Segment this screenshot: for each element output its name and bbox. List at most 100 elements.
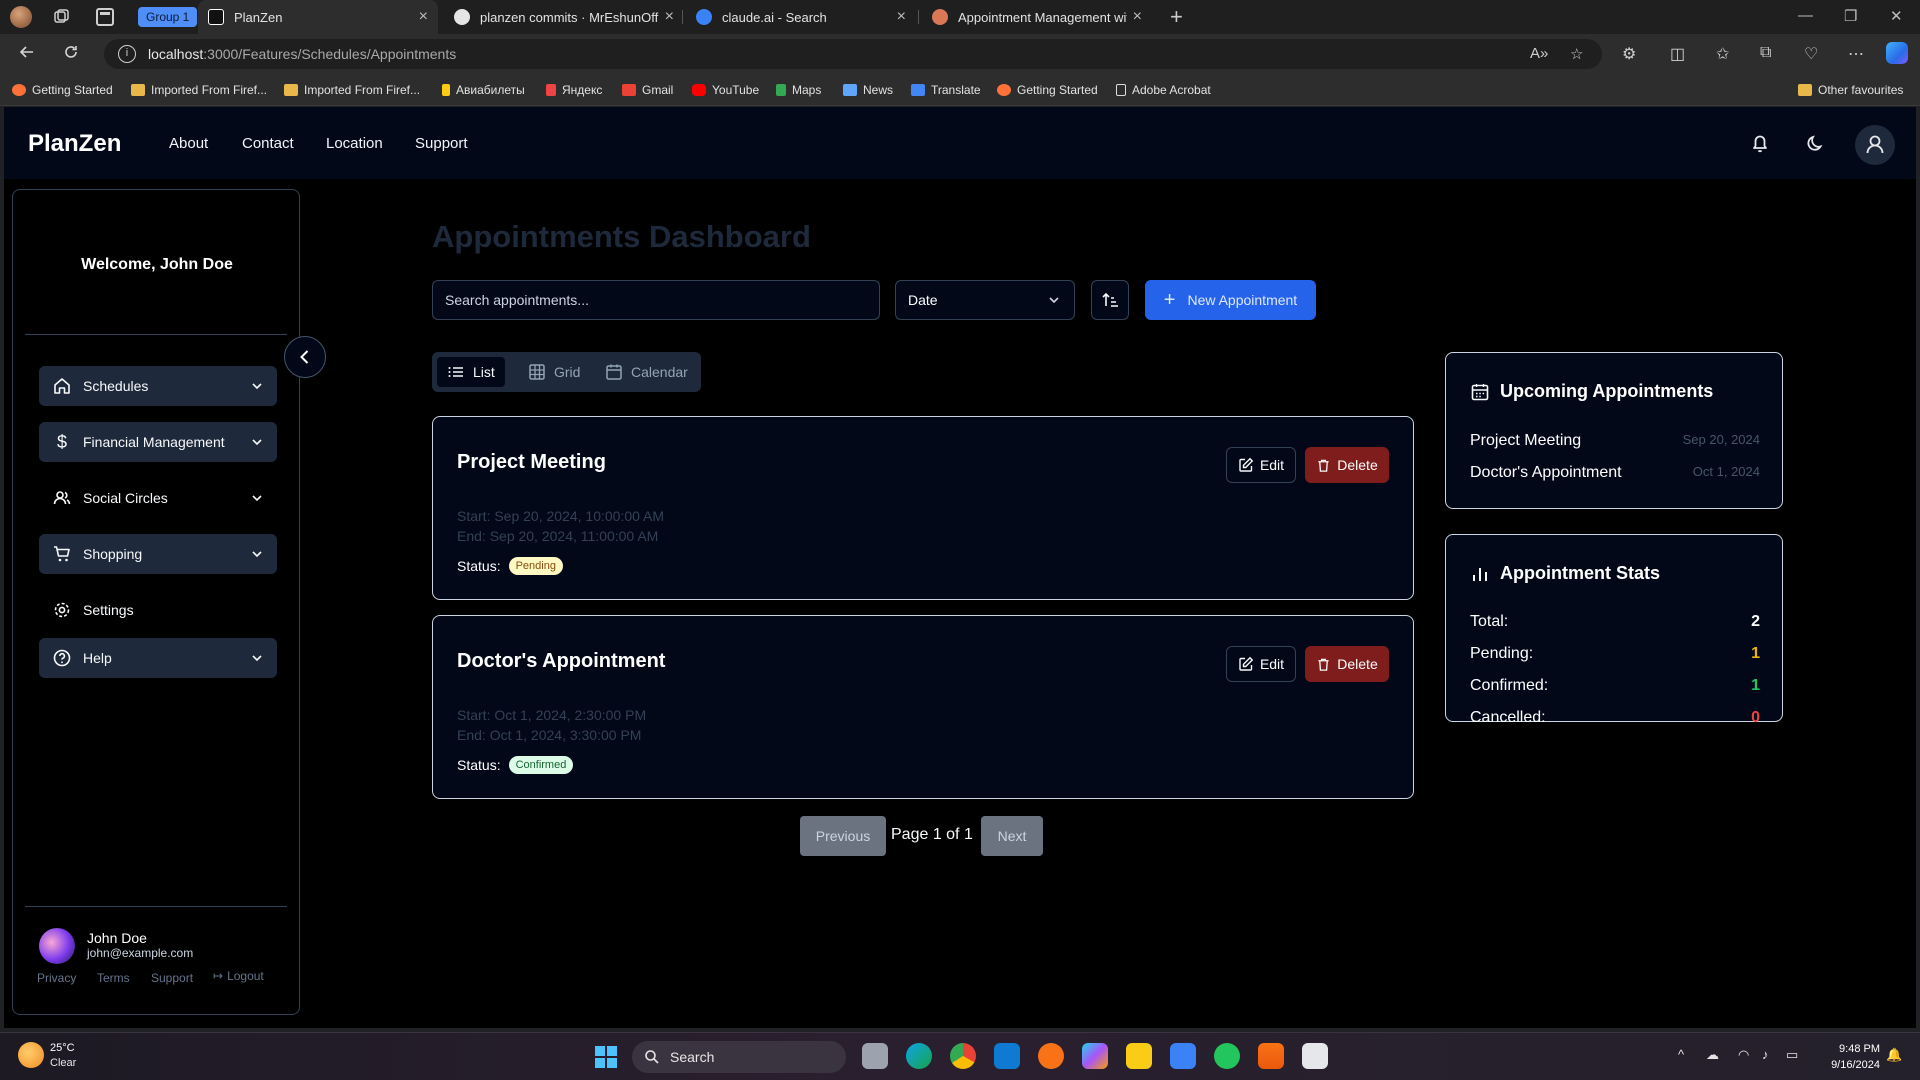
bookmark-other-favourites[interactable]: Other favourites [1798,83,1903,97]
new-tab-icon[interactable]: + [1170,4,1183,30]
bookmark-getting-started[interactable]: Getting Started [12,83,113,97]
bookmark-translate[interactable]: Translate [911,83,981,97]
close-tab-icon[interactable]: × [897,8,906,26]
nav-about[interactable]: About [169,135,208,152]
sidebar-item-shopping[interactable]: Shopping [39,534,277,574]
sidebar-item-help[interactable]: Help [39,638,277,678]
copilot-app-icon[interactable] [1082,1043,1108,1069]
tab-grid[interactable]: Grid [518,357,590,387]
url-input[interactable]: i localhost:3000/Features/Schedules/Appo… [104,39,1602,69]
terms-link[interactable]: Terms [97,971,130,985]
tray-overflow-icon[interactable]: ^ [1678,1047,1684,1062]
sort-order-button[interactable] [1091,280,1129,320]
tab-group-chip[interactable]: Group 1 [138,7,198,27]
vlc-icon[interactable] [1258,1043,1284,1069]
bookmark-aviabilety[interactable]: Авиабилеты [442,83,525,97]
weather-icon[interactable] [18,1042,44,1068]
snipping-tool-icon[interactable] [1302,1043,1328,1069]
sidebar-item-social[interactable]: Social Circles [39,478,277,518]
previous-page-button[interactable]: Previous [800,816,886,856]
edit-button[interactable]: Edit [1226,646,1296,682]
whatsapp-icon[interactable] [1214,1043,1240,1069]
windows-start-icon[interactable] [594,1045,618,1069]
bookmark-news[interactable]: News [843,83,893,97]
split-screen-icon[interactable]: ◫ [1670,44,1685,64]
more-menu-icon[interactable]: ⋯ [1848,44,1864,64]
bell-icon[interactable] [1744,127,1776,159]
sidebar-item-schedules[interactable]: Schedules [39,366,277,406]
battery-icon[interactable]: ▭ [1786,1047,1798,1063]
sidebar-collapse-button[interactable] [284,336,326,378]
tab-calendar[interactable]: Calendar [595,357,698,387]
bookmark-folder-imported-2[interactable]: Imported From Firef... [284,83,420,97]
close-tab-icon[interactable]: × [419,8,428,26]
firefox-icon [997,84,1011,96]
restore-icon[interactable]: ❐ [1844,7,1857,25]
workspaces-icon[interactable] [52,8,70,26]
support-link[interactable]: Support [151,971,193,985]
edge-icon[interactable] [906,1043,932,1069]
sidebar-item-settings[interactable]: Settings [39,590,277,630]
wifi-icon[interactable]: ◠ [1738,1047,1749,1063]
copilot-icon[interactable] [1886,42,1908,64]
nav-contact[interactable]: Contact [242,135,294,152]
next-page-button[interactable]: Next [981,816,1043,856]
taskbar-search[interactable]: Search [632,1041,846,1073]
close-tab-icon[interactable]: × [1133,8,1142,26]
read-aloud-icon[interactable]: A» [1530,45,1548,62]
upcoming-item[interactable]: Project Meeting Sep 20, 2024 [1470,432,1760,450]
tab-claude[interactable]: Appointment Management with S × [922,0,1152,34]
moon-icon[interactable] [1800,127,1832,159]
browser-essentials-icon[interactable]: ♡ [1804,44,1818,64]
bookmark-yandex[interactable]: Яндекс [546,83,602,97]
task-view-icon[interactable] [862,1043,888,1069]
file-explorer-icon[interactable] [1126,1043,1152,1069]
user-menu-button[interactable] [1855,125,1895,165]
edit-button[interactable]: Edit [1226,447,1296,483]
system-clock[interactable]: 9:48 PM 9/16/2024 [1820,1041,1880,1073]
extensions-icon[interactable]: ⚙ [1622,44,1636,64]
profile-avatar[interactable] [10,6,32,28]
minimize-icon[interactable]: — [1798,7,1813,24]
store-icon[interactable] [1170,1043,1196,1069]
chrome-icon[interactable] [950,1043,976,1069]
notification-bell-icon[interactable]: 🔔 [1886,1047,1902,1063]
close-tab-icon[interactable]: × [665,8,674,26]
refresh-icon[interactable] [62,43,80,66]
vertical-tabs-icon[interactable] [96,8,114,26]
bookmark-getting-started-2[interactable]: Getting Started [997,83,1098,97]
site-info-icon[interactable]: i [118,45,136,63]
new-appointment-button[interactable]: + New Appointment [1145,280,1316,320]
bookmark-gmail[interactable]: Gmail [622,83,673,97]
close-window-icon[interactable]: ✕ [1890,7,1903,25]
search-input[interactable] [432,280,880,320]
tab-search[interactable]: claude.ai - Search × [686,0,916,34]
favorites-icon[interactable]: ✩ [1716,44,1729,64]
volume-icon[interactable]: ♪ [1762,1047,1769,1062]
privacy-link[interactable]: Privacy [37,971,76,985]
brand-logo[interactable]: PlanZen [28,130,121,158]
delete-button[interactable]: Delete [1305,646,1389,682]
sidebar-item-financial[interactable]: $ Financial Management [39,422,277,462]
vscode-icon[interactable] [994,1043,1020,1069]
bookmark-youtube[interactable]: YouTube [692,83,759,97]
bookmark-adobe[interactable]: Adobe Acrobat [1116,83,1211,97]
windows-taskbar: 25°C Clear Search ^ ☁ ◠ ♪ ▭ 9:48 PM 9/16… [0,1032,1920,1080]
nav-support[interactable]: Support [415,135,468,152]
logout-button[interactable]: ↦ Logout [213,969,264,983]
postman-icon[interactable] [1038,1043,1064,1069]
nav-location[interactable]: Location [326,135,383,152]
tab-planzen[interactable]: PlanZen × [198,0,438,34]
bookmark-maps[interactable]: Maps [776,83,821,97]
favorite-star-icon[interactable]: ☆ [1570,45,1583,63]
sort-select[interactable]: Date [895,280,1075,320]
upcoming-item[interactable]: Doctor's Appointment Oct 1, 2024 [1470,464,1760,482]
collections-icon[interactable]: ⧉ [1760,44,1771,62]
bookmark-folder-imported[interactable]: Imported From Firef... [131,83,267,97]
gear-icon [51,599,73,621]
delete-button[interactable]: Delete [1305,447,1389,483]
tab-list[interactable]: List [437,357,505,387]
tab-github[interactable]: planzen commits · MrEshunOfficial × [444,0,684,34]
onedrive-icon[interactable]: ☁ [1706,1047,1719,1063]
back-icon[interactable] [18,43,36,66]
